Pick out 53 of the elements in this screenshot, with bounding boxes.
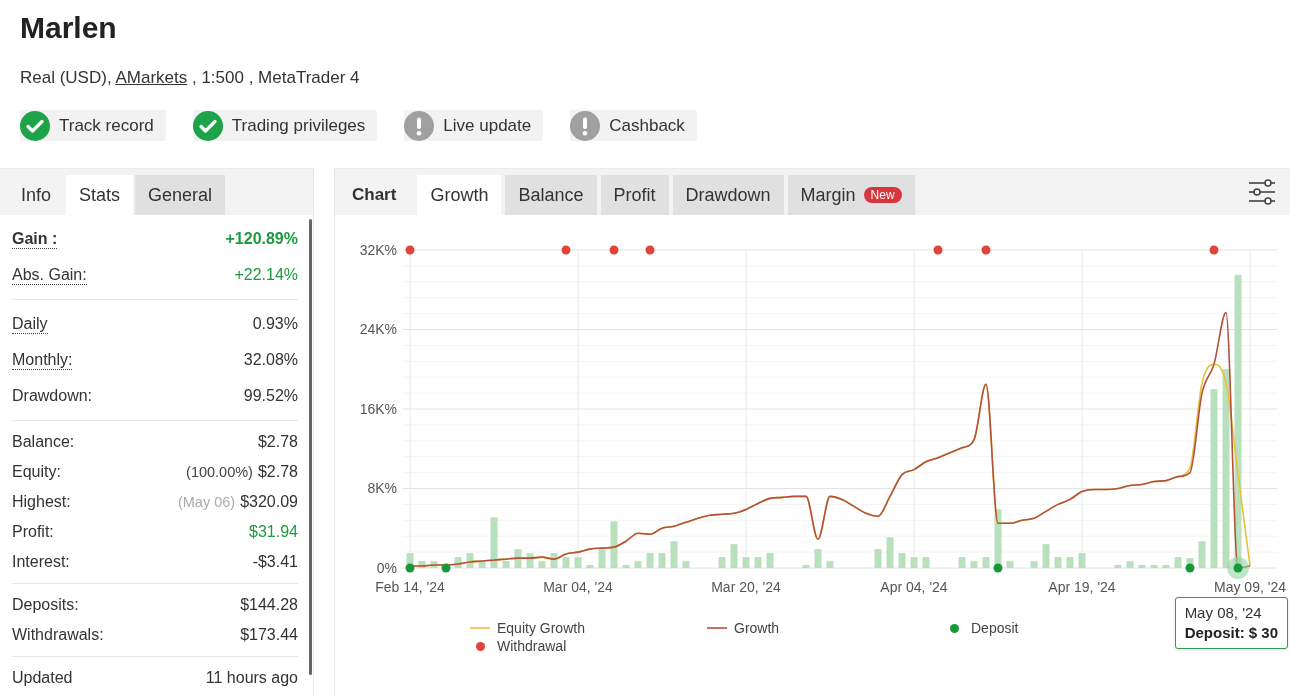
panel-heading: Chart — [351, 184, 398, 206]
legend-label: Growth — [734, 620, 780, 636]
axis-label: May 09, '24 — [1214, 578, 1286, 595]
stat-value: 32.08% — [243, 351, 298, 369]
stat-value: 11 hours ago — [205, 669, 298, 687]
stat-value: $2.78 — [257, 463, 298, 481]
stat-value: -$3.41 — [252, 553, 298, 571]
stat-value: +22.14% — [234, 266, 298, 284]
axis-label: Apr 19, '24 — [1048, 578, 1116, 595]
tooltip-text: Deposit: $ 30 — [1184, 623, 1278, 643]
stat-label: Profit: — [12, 522, 54, 542]
axis-label: Feb 14, '24 — [375, 578, 445, 595]
stat-value: 99.52% — [243, 387, 298, 405]
legend-label: Withdrawal — [497, 638, 567, 654]
legend-label: Equity Growth — [497, 620, 585, 636]
stat-label: Deposits: — [12, 595, 79, 615]
stat-value: $2.78 — [257, 433, 298, 451]
stat-label: Gain : — [12, 229, 58, 249]
stat-label: Daily — [12, 314, 48, 334]
badge-label: Live update — [443, 115, 532, 136]
account-name: Marlen — [20, 10, 117, 46]
stat-value: $31.94 — [249, 523, 298, 541]
stat-label: Abs. Gain: — [12, 265, 87, 285]
axis-label: Mar 20, '24 — [711, 578, 781, 595]
axis-label: 8K% — [367, 480, 397, 497]
tooltip-date: May 08, '24 — [1184, 603, 1263, 623]
axis-label: Apr 04, '24 — [880, 578, 948, 595]
axis-label: 24K% — [359, 321, 397, 338]
stat-label: Updated — [12, 668, 73, 688]
stat-label: Balance: — [12, 432, 75, 452]
account-info: Real (USD), AMarkets , 1:500 , MetaTrader 4 — [20, 67, 360, 89]
stat-value: +120.89% — [225, 230, 298, 248]
stat-label: Withdrawals: — [12, 625, 104, 645]
legend-label: Deposit — [971, 620, 1019, 636]
axis-label: Mar 04, '24 — [543, 578, 613, 595]
stat-label: Drawdown: — [12, 386, 93, 406]
stat-note: (100.00%) — [186, 464, 253, 480]
badge-label: Cashback — [609, 115, 685, 136]
axis-label: 0% — [376, 559, 397, 576]
stat-label: Interest: — [12, 552, 70, 572]
axis-label: 32K% — [359, 241, 397, 258]
badge-label: Track record — [59, 115, 154, 136]
stat-label: Monthly: — [12, 350, 73, 370]
new-badge: New — [863, 187, 902, 203]
stat-value: $144.28 — [240, 596, 298, 614]
stat-label: Equity: — [12, 462, 61, 482]
stat-value: $320.09 — [240, 493, 298, 511]
axis-label: 16K% — [359, 400, 397, 417]
stat-label: Highest: — [12, 492, 71, 512]
stat-note: (May 06) — [177, 494, 236, 510]
stat-value: $173.44 — [240, 626, 298, 644]
stat-value: 0.93% — [252, 315, 298, 333]
badge-label: Trading privileges — [231, 115, 366, 136]
